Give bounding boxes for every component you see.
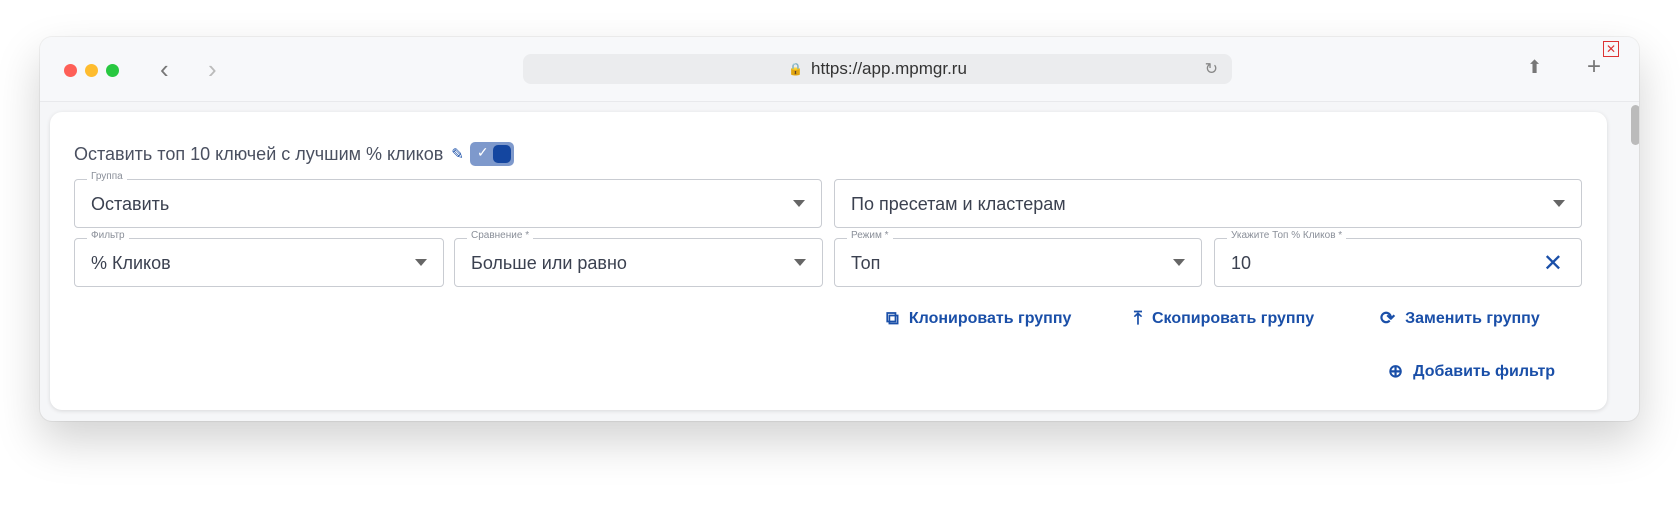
maximize-window-button[interactable] [106,64,119,77]
chevron-down-icon [794,259,806,266]
address-bar[interactable]: 🔒 https://app.mpmgr.ru ↻ [523,54,1232,84]
clone-group-button[interactable]: ⧉ Клонировать группу [886,308,1071,329]
group-enabled-toggle[interactable]: ✓ [469,142,514,166]
add-circle-icon: ⊕ [1388,361,1404,381]
group-title-text: Оставить топ 10 ключей с лучшим % кликов [74,143,444,164]
regime-select-value: Топ [851,253,881,273]
chevron-down-icon [415,259,427,266]
filter-select[interactable]: Фильтр % Кликов [74,230,444,287]
lock-icon: 🔒 [788,62,804,76]
group-select[interactable]: Группа Оставить [74,171,822,228]
browser-toolbar: ‹ › 🔒 https://app.mpmgr.ru ↻ ⬆ + [40,37,1639,102]
copy-group-button[interactable]: ⤒ Скопировать группу [1134,308,1314,329]
regime-select[interactable]: Режим * Топ [834,230,1202,287]
compare-select-label: Сравнение * [467,230,534,241]
new-tab-icon[interactable]: + [1587,53,1601,81]
back-icon[interactable]: ‹ [160,55,169,83]
replace-group-button[interactable]: ⟳ Заменить группу [1380,308,1540,329]
reload-icon[interactable]: ↻ [1205,59,1218,79]
top-clicks-label: Укажите Топ % Кликов * [1227,230,1347,241]
top-clicks-value: 10 [1231,253,1252,273]
group-select-value: Оставить [91,194,170,214]
edit-pencil-icon[interactable]: ✎ [451,145,464,163]
check-icon: ✓ [476,144,489,160]
copy-group-label: Скопировать группу [1151,309,1315,327]
forward-icon[interactable]: › [208,55,217,83]
scrollbar[interactable] [1631,105,1639,145]
replace-group-label: Заменить группу [1405,309,1540,327]
add-filter-label: Добавить фильтр [1413,362,1556,380]
clone-icon: ⧉ [886,308,899,328]
browser-window: ‹ › 🔒 https://app.mpmgr.ru ↻ ⬆ + Оставит… [40,37,1639,421]
close-group-icon[interactable]: ✕ [1603,41,1619,57]
chevron-down-icon [1173,259,1185,266]
mode-select-value: По пресетам и кластерам [851,194,1066,214]
sync-icon: ⟳ [1380,308,1396,328]
group-title: Оставить топ 10 ключей с лучшим % кликов… [74,142,514,166]
group-select-label: Группа [87,171,127,182]
compare-select[interactable]: Сравнение * Больше или равно [454,230,823,287]
chevron-down-icon [1553,200,1565,207]
url-text: https://app.mpmgr.ru [811,59,967,78]
regime-select-label: Режим * [847,230,893,241]
clear-icon[interactable]: ✕ [1543,249,1563,278]
top-clicks-input[interactable]: Укажите Топ % Кликов * 10 ✕ [1214,230,1582,287]
mode-select[interactable]: По пресетам и кластерам [834,179,1582,228]
clone-group-label: Клонировать группу [908,309,1072,327]
filter-select-value: % Кликов [91,253,171,273]
filter-group-card: Оставить топ 10 ключей с лучшим % кликов… [50,112,1607,410]
filter-select-label: Фильтр [87,230,129,241]
minimize-window-button[interactable] [85,64,98,77]
share-icon[interactable]: ⬆ [1527,57,1542,78]
close-window-button[interactable] [64,64,77,77]
compare-select-value: Больше или равно [471,253,627,273]
chevron-down-icon [793,200,805,207]
add-filter-button[interactable]: ⊕ Добавить фильтр [1388,361,1555,382]
upload-icon: ⤒ [1134,308,1142,328]
